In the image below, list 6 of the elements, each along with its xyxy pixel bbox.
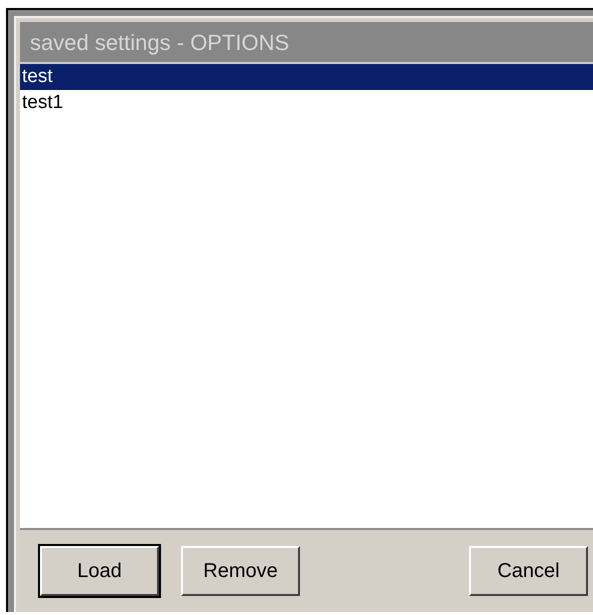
dialog-button[interactable]: Cancel <box>469 546 588 596</box>
list-item[interactable]: test <box>20 64 593 90</box>
dialog-title: saved settings - OPTIONS <box>20 22 593 64</box>
list-item[interactable]: test1 <box>20 90 593 116</box>
dialog-button[interactable]: Load <box>40 546 159 596</box>
dialog-button[interactable]: Remove <box>181 546 300 596</box>
